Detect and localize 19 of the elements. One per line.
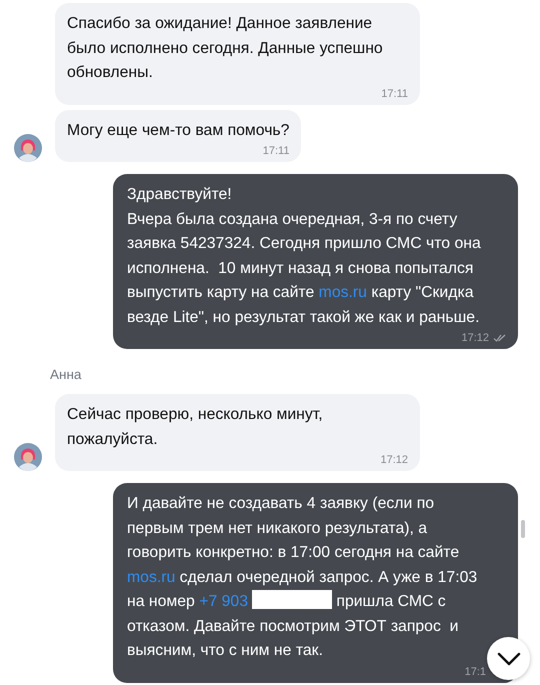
sender-name: Анна	[50, 367, 82, 382]
message-time: 17:11	[262, 144, 290, 158]
avatar-icon	[14, 134, 42, 162]
link[interactable]: mos.ru	[127, 568, 176, 586]
message-text: Могу еще чем-то вам помочь?	[67, 120, 290, 140]
link[interactable]: +7 903	[199, 593, 248, 610]
message-time: 17:1	[464, 664, 486, 678]
message-text: И давайте не создавать 4 заявку (если по первым трем нет никакого результата), а говорить конкретно: в 17:00 сегодня на сайте mos.ru сделал очередной запрос. А уже в 17:03 на номер +7 903 пришла СМС с отказом. Давайте посмотрим ЭТОТ запрос и выясним, что с ним не так.	[127, 494, 478, 661]
message-text: Здравствуйте! Вчера была создана очередная, 3-я по счету заявка 54237324. Сегодня пришло СМС что она исполнена. 10 минут назад я снова попытался выпустить карту на сайте mos.ru карту "Скидка везде Lite", но результат такой же как и раньше.	[127, 185, 482, 328]
scrollbar-thumb[interactable]	[521, 520, 525, 538]
message-time: 17:12	[380, 453, 408, 467]
message-text: Сейчас проверю, несколько минут, пожалуйста.	[67, 405, 324, 450]
message-time: 17:12	[461, 331, 489, 345]
chevron-down-icon	[496, 652, 520, 666]
avatar-icon	[14, 443, 42, 471]
double-check-icon	[493, 334, 506, 342]
message-text: Спасибо за ожидание! Данное заявление было исполнено сегодня. Данные успешно обновлены.	[67, 14, 384, 83]
link[interactable]: mos.ru	[318, 284, 367, 301]
message-time: 17:11	[381, 86, 408, 100]
